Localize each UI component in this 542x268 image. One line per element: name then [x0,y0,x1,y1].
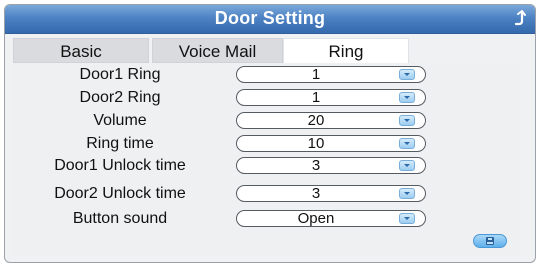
setting-label: Door1 Unlock time [54,157,186,174]
setting-value: 10 [307,135,325,152]
setting-row-door2-ring: Door2 Ring 1 [13,87,533,109]
setting-row-door1-ring: Door1 Ring 1 [13,64,533,86]
ring-time-select[interactable]: 10 [236,135,426,152]
chevron-down-icon[interactable] [399,92,415,103]
door2-unlock-time-select[interactable]: 3 [236,185,426,202]
door2-ring-select[interactable]: 1 [236,89,426,106]
setting-row-ring-time: Ring time 10 [13,133,533,155]
setting-value: 3 [311,157,321,174]
door-setting-window: Door Setting Basic Voice Mail Ring Door1… [4,4,536,263]
window-title: Door Setting [214,8,326,28]
title-bar: Door Setting [5,5,535,34]
setting-row-door2-unlock-time: Door2 Unlock time 3 [13,183,533,205]
setting-label: Door2 Unlock time [54,185,186,202]
chevron-down-icon[interactable] [399,188,415,199]
setting-label: Volume [93,112,147,129]
door1-unlock-time-select[interactable]: 3 [236,157,426,174]
setting-value: 3 [311,185,321,202]
setting-label: Door2 Ring [79,89,161,106]
chevron-down-icon[interactable] [399,160,415,171]
setting-label: Ring time [86,135,154,152]
setting-row-button-sound: Button sound Open [13,208,533,230]
setting-row-door1-unlock-time: Door1 Unlock time 3 [13,155,533,177]
back-arrow-icon[interactable] [511,10,529,28]
chevron-down-icon[interactable] [399,213,415,224]
setting-value: 1 [311,66,321,83]
tab-voice-mail[interactable]: Voice Mail [152,38,283,63]
tab-basic[interactable]: Basic [13,38,149,63]
tab-ring[interactable]: Ring [283,38,409,63]
door1-ring-select[interactable]: 1 [236,66,426,83]
setting-row-volume: Volume 20 [13,110,533,132]
volume-select[interactable]: 20 [236,112,426,129]
save-icon [486,237,494,245]
chevron-down-icon[interactable] [399,138,415,149]
setting-label: Button sound [72,210,168,227]
save-button[interactable] [473,234,507,248]
chevron-down-icon[interactable] [399,69,415,80]
setting-value: 1 [311,89,321,106]
chevron-down-icon[interactable] [399,115,415,126]
ring-settings-panel: Door1 Ring 1 Door2 Ring 1 Volume 20 Ring… [13,63,527,256]
setting-label: Door1 Ring [79,66,161,83]
tab-bar: Basic Voice Mail Ring [13,38,409,63]
setting-value: 20 [307,112,325,129]
setting-value: Open [297,210,335,227]
button-sound-select[interactable]: Open [236,210,426,227]
